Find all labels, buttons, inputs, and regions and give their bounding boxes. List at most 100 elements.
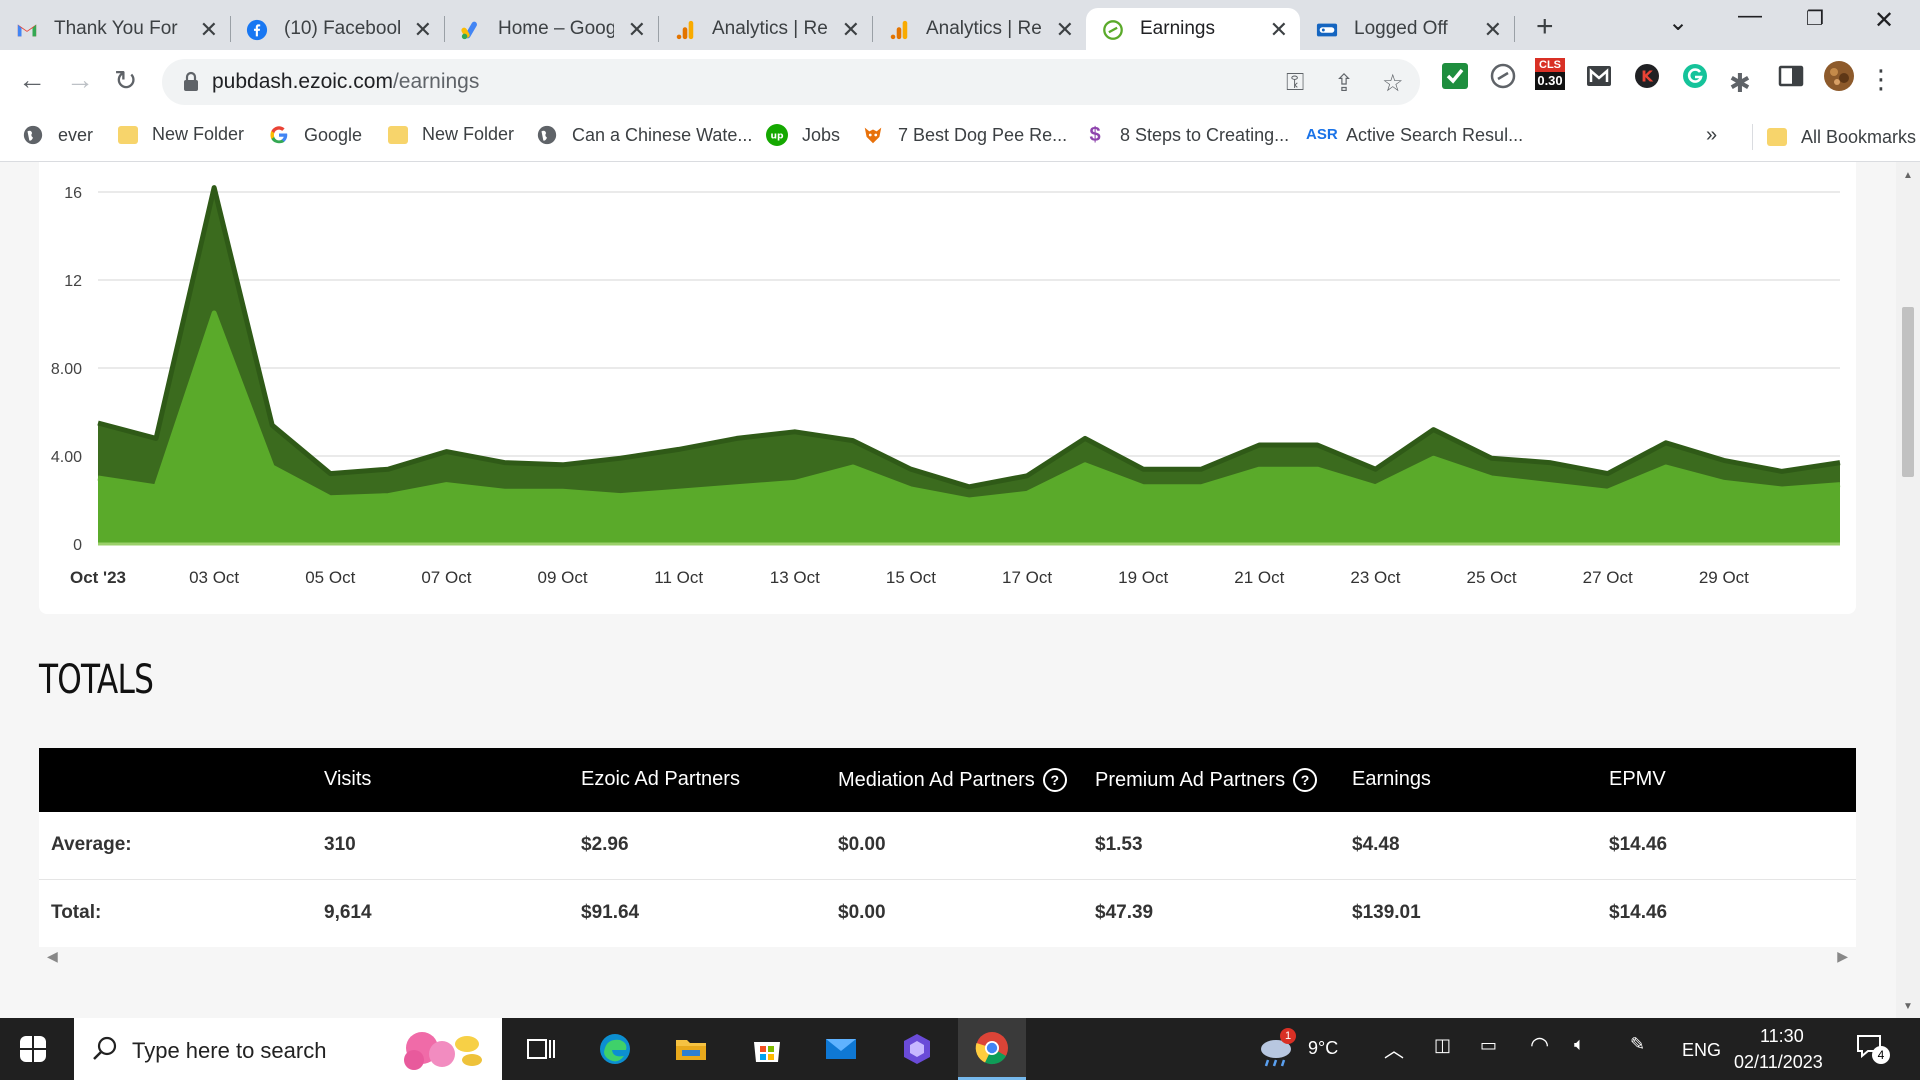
- data-point: [271, 466, 274, 469]
- row-label: Total:: [51, 902, 102, 923]
- close-icon[interactable]: ✕: [414, 17, 432, 43]
- bookmark-8-steps[interactable]: $ 8 Steps to Creating...: [1084, 124, 1289, 146]
- horizontal-scrollbar[interactable]: ◀ ▶: [39, 948, 1856, 968]
- tab-analytics-2[interactable]: Analytics | Rea ✕: [872, 8, 1086, 50]
- windows-start-icon[interactable]: [20, 1036, 46, 1062]
- scroll-left-icon[interactable]: ◀: [47, 948, 58, 965]
- close-icon[interactable]: ✕: [628, 17, 646, 43]
- cls-extension-icon[interactable]: CLS 0.30: [1535, 58, 1565, 94]
- x-tick-label: 29 Oct: [1699, 568, 1749, 587]
- close-icon[interactable]: ✕: [1056, 17, 1074, 43]
- bookmark-google[interactable]: Google: [268, 124, 362, 146]
- copilot-icon[interactable]: [900, 1032, 934, 1066]
- search-icon: [93, 1036, 117, 1060]
- profile-avatar[interactable]: [1823, 60, 1855, 92]
- language-indicator[interactable]: ENG: [1682, 1040, 1721, 1061]
- k-extension-icon[interactable]: K: [1633, 62, 1661, 90]
- data-point: [1839, 483, 1842, 486]
- extensions-puzzle-icon[interactable]: ✱: [1729, 68, 1751, 99]
- bookmark-active-search[interactable]: ASR Active Search Resul...: [1306, 124, 1523, 146]
- scroll-down-icon[interactable]: ▼: [1903, 1001, 1913, 1012]
- ezoic-extension-icon[interactable]: [1489, 62, 1517, 90]
- header-label: Mediation Ad Partners: [838, 768, 1035, 791]
- file-explorer-icon[interactable]: [674, 1032, 708, 1066]
- wifi-icon[interactable]: ◠: [1530, 1032, 1549, 1058]
- tab-logged-off[interactable]: Logged Off ✕: [1300, 8, 1514, 50]
- bookmarks-overflow-button[interactable]: »: [1706, 124, 1717, 147]
- tab-gmail[interactable]: Thank You For ✕: [0, 8, 230, 50]
- volume-icon[interactable]: 🔈︎: [1574, 1034, 1585, 1055]
- address-bar[interactable]: pubdash.ezoic.com/earnings ⚿ ⇪ ☆: [162, 59, 1420, 105]
- cell-earnings: $4.48: [1352, 834, 1400, 855]
- clock-date[interactable]: 02/11/2023: [1734, 1052, 1823, 1073]
- all-bookmarks[interactable]: All Bookmarks: [1752, 124, 1916, 150]
- tab-google-ads[interactable]: Home – Goog ✕: [444, 8, 658, 50]
- column-header-mediation: Mediation Ad Partners?: [838, 768, 1067, 792]
- taskbar-search[interactable]: Type here to search: [74, 1018, 502, 1080]
- close-icon[interactable]: ✕: [842, 17, 860, 43]
- reload-button[interactable]: ↻: [114, 64, 137, 97]
- analytics-icon: [676, 20, 694, 40]
- x-tick-label: 19 Oct: [1118, 568, 1168, 587]
- task-view-icon[interactable]: [524, 1032, 558, 1066]
- edge-icon[interactable]: [598, 1032, 632, 1066]
- tab-analytics-1[interactable]: Analytics | Rea ✕: [658, 8, 872, 50]
- help-icon[interactable]: ?: [1293, 768, 1318, 792]
- new-tab-button[interactable]: +: [1536, 10, 1554, 44]
- bookmark-ever[interactable]: ever: [22, 124, 93, 146]
- forward-button[interactable]: →: [66, 64, 94, 96]
- bookmark-star-icon[interactable]: ☆: [1382, 69, 1404, 98]
- tab-search-icon[interactable]: ⌄: [1668, 8, 1688, 37]
- scrollbar-thumb[interactable]: [1902, 307, 1914, 477]
- x-tick-label: 05 Oct: [305, 568, 355, 587]
- bookmark-dog-pee[interactable]: 7 Best Dog Pee Re...: [862, 124, 1067, 146]
- chrome-taskbar-active[interactable]: [958, 1018, 1026, 1080]
- close-icon[interactable]: ✕: [1270, 17, 1288, 43]
- earnings-chart-card: 0 4.00 8.00 12 16 Oct '23 03 Oct 05 Oct 07 Oct 09…: [39, 162, 1856, 614]
- battery-icon[interactable]: ▭: [1480, 1035, 1497, 1056]
- close-icon[interactable]: ✕: [1484, 17, 1502, 43]
- bookmark-new-folder-1[interactable]: New Folder: [118, 124, 244, 145]
- y-tick-label: 12: [64, 273, 82, 290]
- chevron-up-icon[interactable]: ︿: [1384, 1034, 1404, 1063]
- mail-icon[interactable]: [824, 1032, 858, 1066]
- scroll-up-icon[interactable]: ▲: [1903, 170, 1913, 181]
- microsoft-store-icon[interactable]: [750, 1032, 784, 1066]
- bookmark-chinese-water[interactable]: Can a Chinese Wate...: [536, 124, 752, 146]
- header-label: Visits: [324, 768, 372, 790]
- m-extension-icon[interactable]: [1585, 62, 1613, 90]
- tab-earnings[interactable]: Earnings ✕: [1086, 8, 1300, 50]
- scroll-right-icon[interactable]: ▶: [1837, 948, 1848, 965]
- logged-off-icon: [1316, 23, 1338, 37]
- menu-kebab-icon[interactable]: ⋮: [1868, 64, 1894, 95]
- clock-time[interactable]: 11:30: [1760, 1026, 1804, 1047]
- tab-strip: Thank You For ✕ (10) Facebook ✕ Home – G…: [0, 0, 1920, 50]
- grammarly-icon[interactable]: [1681, 62, 1709, 90]
- cell-visits: 310: [324, 834, 356, 855]
- share-icon[interactable]: ⇪: [1334, 69, 1354, 98]
- restore-button[interactable]: ❐: [1806, 6, 1824, 31]
- minimize-button[interactable]: —: [1738, 2, 1762, 30]
- bookmark-jobs[interactable]: up Jobs: [766, 124, 840, 146]
- side-panel-icon[interactable]: [1777, 62, 1805, 90]
- bookmark-new-folder-2[interactable]: New Folder: [388, 124, 514, 145]
- close-icon[interactable]: ✕: [200, 17, 218, 43]
- key-icon[interactable]: ⚿: [1286, 69, 1304, 97]
- help-icon[interactable]: ?: [1042, 768, 1067, 792]
- x-tick-label: 09 Oct: [537, 568, 587, 587]
- vertical-scrollbar[interactable]: ▲ ▼: [1896, 162, 1920, 1018]
- pen-icon[interactable]: ✎: [1630, 1034, 1645, 1055]
- back-button[interactable]: ←: [18, 64, 46, 96]
- data-point: [1839, 461, 1842, 464]
- chrome-icon: [975, 1032, 1008, 1065]
- weather-widget[interactable]: 1 9°C: [1258, 1026, 1348, 1072]
- meet-now-icon[interactable]: ◫: [1434, 1035, 1451, 1056]
- notifications-button[interactable]: 4: [1856, 1034, 1890, 1064]
- tab-facebook[interactable]: (10) Facebook ✕: [230, 8, 444, 50]
- data-point: [387, 468, 390, 471]
- data-point: [1200, 468, 1203, 471]
- close-window-button[interactable]: ✕: [1874, 6, 1894, 35]
- checkmark-extension-icon[interactable]: [1441, 62, 1469, 90]
- cell-visits: 9,614: [324, 902, 372, 923]
- tab-title: Analytics | Rea: [926, 18, 1042, 39]
